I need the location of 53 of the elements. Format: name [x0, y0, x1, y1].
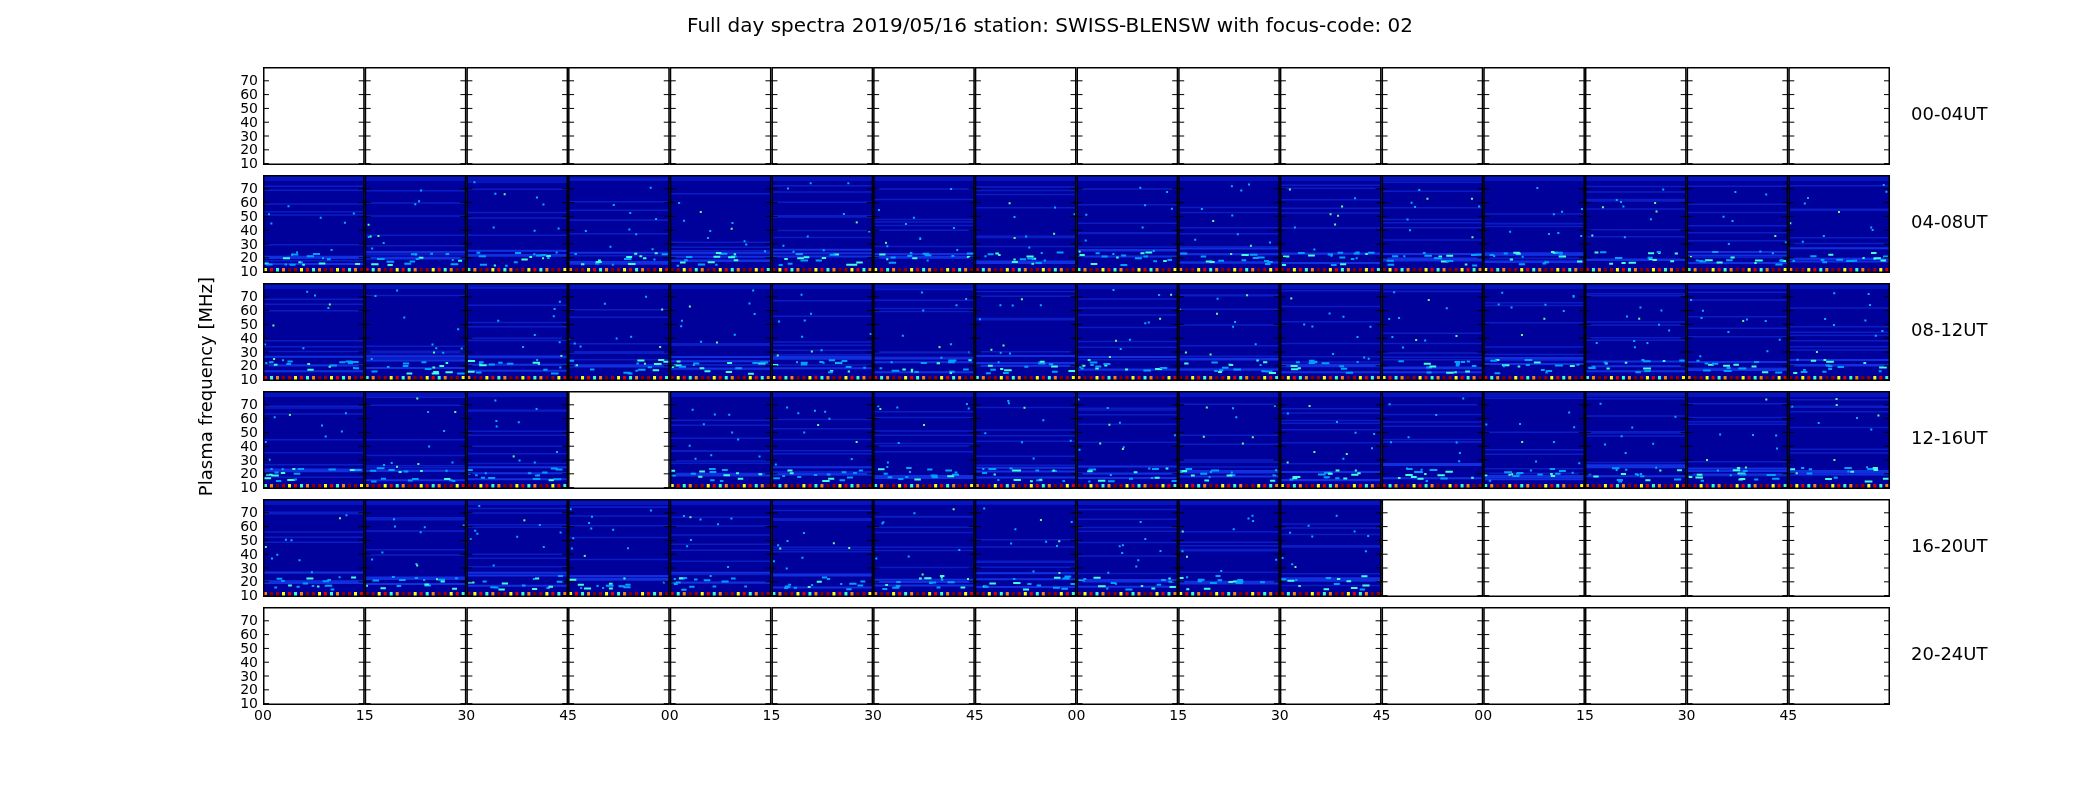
y-tick-label: 10: [240, 155, 258, 171]
row-label: 20-24UT: [1911, 643, 1988, 664]
y-tick-label: 40: [240, 437, 258, 454]
y-tick-label: 10: [240, 371, 258, 387]
y-tick-label: 70: [240, 72, 258, 89]
y-tick-label: 30: [240, 559, 258, 576]
y-tick-label: 30: [240, 667, 258, 684]
y-tick-label: 20: [240, 249, 258, 266]
row-label: 12-16UT: [1911, 427, 1988, 448]
x-tick-label: 15: [355, 707, 374, 723]
x-tick-label: 15: [762, 707, 781, 723]
y-axis-label: Plasma frequency [MHz]: [195, 277, 217, 497]
y-tick-label: 20: [240, 573, 258, 590]
y-tick-label: 20: [240, 141, 258, 158]
y-tick-label: 40: [240, 113, 258, 130]
y-tick-label: 40: [240, 653, 258, 670]
y-tick-label: 70: [240, 396, 258, 413]
x-tick-label: 45: [965, 707, 984, 723]
x-tick-label: 00: [1474, 707, 1493, 723]
x-tick-label: 30: [1677, 707, 1696, 723]
row-label: 00-04UT: [1911, 103, 1988, 124]
x-tick-label: 15: [1169, 707, 1188, 723]
y-tick-label: 70: [240, 180, 258, 197]
y-tick-label: 70: [240, 504, 258, 521]
y-tick-label: 30: [240, 127, 258, 144]
y-tick-label: 30: [240, 343, 258, 360]
x-tick-label: 00: [660, 707, 679, 723]
y-tick-label: 30: [240, 235, 258, 252]
y-tick-label: 10: [240, 587, 258, 603]
x-tick-label: 30: [864, 707, 883, 723]
row-label: 04-08UT: [1911, 211, 1988, 232]
y-tick-label: 30: [240, 451, 258, 468]
x-tick-label: 30: [1270, 707, 1289, 723]
x-tick-label: 00: [254, 707, 272, 723]
x-tick-label: 45: [1372, 707, 1391, 723]
x-tick-label: 15: [1576, 707, 1594, 723]
y-tick-label: 10: [240, 263, 258, 279]
y-tick-label: 70: [240, 288, 258, 305]
y-tick-label: 70: [240, 612, 258, 629]
y-tick-label: 40: [240, 545, 258, 562]
y-tick-label: 20: [240, 357, 258, 374]
x-tick-label: 45: [1779, 707, 1798, 723]
row-label: 16-20UT: [1911, 535, 1988, 556]
y-tick-label: 10: [240, 479, 258, 495]
figure-title: Full day spectra 2019/05/16 station: SWISS-BLENSW with focus-code: 02: [685, 12, 1415, 39]
x-tick-label: 00: [1067, 707, 1086, 723]
x-tick-label: 30: [457, 707, 476, 723]
y-tick-label: 40: [240, 329, 258, 346]
row-label: 08-12UT: [1911, 319, 1988, 340]
y-tick-label: 20: [240, 465, 258, 482]
x-tick-label: 45: [559, 707, 577, 723]
y-tick-label: 20: [240, 681, 258, 698]
y-tick-label: 40: [240, 221, 258, 238]
